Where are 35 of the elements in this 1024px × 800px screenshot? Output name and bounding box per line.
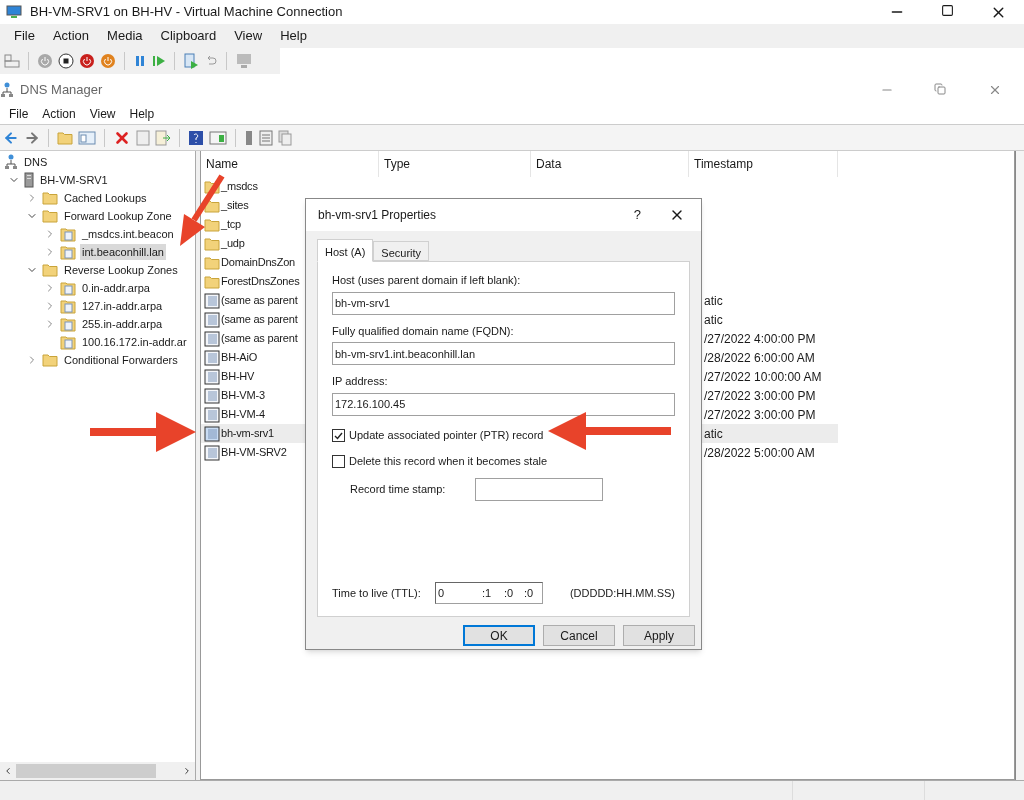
field-label: Record time stamp: <box>350 481 447 497</box>
field-label: Fully qualified domain name (FQDN): <box>332 323 515 339</box>
table-cell-text: DomainDnsZon <box>221 255 296 271</box>
table-cell-text: BH-AiO <box>221 350 258 366</box>
table-cell-text: BH-VM-SRV2 <box>221 445 287 461</box>
dialog-title: bh-vm-srv1 Properties <box>318 207 437 224</box>
format-hint: (DDDDD:HH.MM.SS) <box>569 585 675 601</box>
table-cell-text: atic <box>704 311 723 329</box>
table-cell-text: /27/2022 4:00:00 PM <box>704 330 816 348</box>
table-cell-text: /28/2022 6:00:00 AM <box>704 349 815 367</box>
field-label: IP address: <box>332 374 389 389</box>
checkbox-label: Delete this record when it becomes stale <box>349 454 548 470</box>
table-cell-text: atic <box>704 425 723 443</box>
table-cell-text: _msdcs <box>221 179 258 195</box>
table-cell-text: (same as parent <box>221 312 298 328</box>
table-cell-text: _udp <box>221 236 245 252</box>
table-cell-text: /28/2022 5:00:00 AM <box>704 444 815 462</box>
table-cell-text: atic <box>704 292 723 310</box>
table-cell-text: /27/2022 3:00:00 PM <box>704 406 816 424</box>
table-cell-text: (same as parent <box>221 293 298 309</box>
table-cell-text: BH-VM-4 <box>221 407 265 423</box>
field-label: Time to live (TTL): <box>332 585 422 601</box>
checkbox-label: Update associated pointer (PTR) record <box>349 428 544 444</box>
table-cell-text: BH-VM-3 <box>221 388 265 404</box>
table-cell-text: _tcp <box>221 217 241 233</box>
window-title: DNS Manager <box>20 81 103 100</box>
table-cell-text: (same as parent <box>221 331 298 347</box>
table-cell-text: /27/2022 3:00:00 PM <box>704 387 816 405</box>
table-cell-text: bh-vm-srv1 <box>221 426 274 442</box>
field-label: Host (uses parent domain if left blank): <box>332 273 522 288</box>
table-cell-text: ForestDnsZones <box>221 274 300 290</box>
table-cell-text: BH-HV <box>221 369 255 385</box>
table-cell-text: _sites <box>221 198 249 214</box>
window-title: BH-VM-SRV1 on BH-HV - Virtual Machine Connection <box>30 3 343 22</box>
table-cell-text: /27/2022 10:00:00 AM <box>704 368 822 386</box>
